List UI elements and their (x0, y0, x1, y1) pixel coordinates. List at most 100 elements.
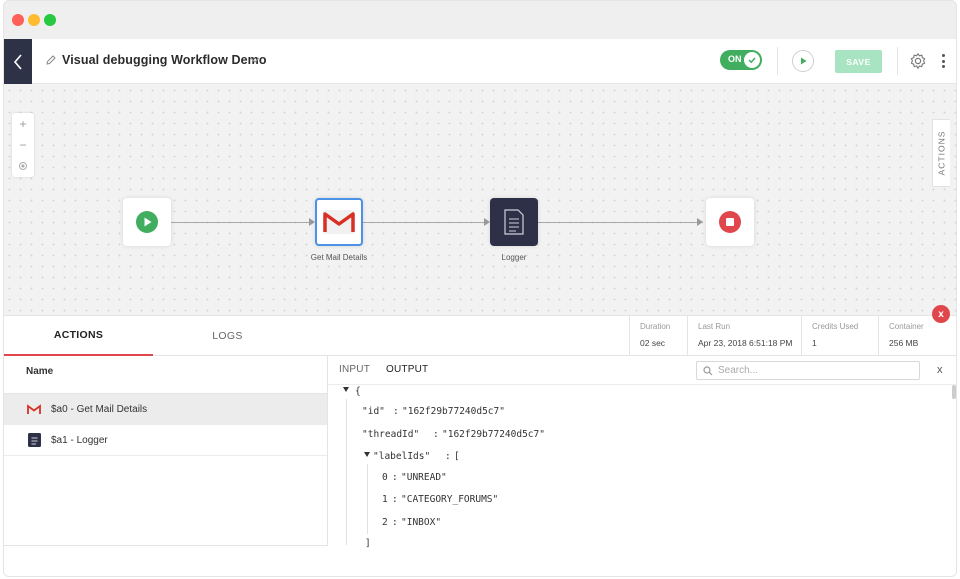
maximize-window-button[interactable] (44, 14, 56, 26)
stat-value: Apr 23, 2018 6:51:18 PM (698, 338, 793, 348)
output-scrollbar[interactable] (952, 385, 956, 399)
logger-node[interactable] (490, 198, 538, 246)
more-options-button[interactable] (939, 52, 947, 70)
tab-output[interactable]: OUTPUT (386, 364, 428, 375)
json-open-brace: { (355, 386, 361, 397)
arrow-icon (697, 218, 703, 226)
gmail-node-label: Get Mail Details (310, 253, 368, 262)
chevron-left-icon (13, 53, 22, 70)
kebab-dot (941, 54, 945, 57)
gear-icon[interactable] (909, 52, 927, 70)
list-header: Name (4, 356, 327, 394)
zoom-controls: + − (12, 113, 34, 177)
json-array-index: 1 (382, 494, 388, 505)
toggle-label: ON (728, 54, 742, 64)
kebab-dot (941, 65, 945, 68)
action-list-item[interactable]: $a0 - Get Mail Details (4, 394, 327, 425)
json-array-value: "UNREAD" (401, 472, 447, 483)
search-icon (703, 365, 713, 375)
action-item-label: $a1 - Logger (51, 434, 108, 446)
zoom-out-button[interactable]: − (12, 134, 34, 155)
output-divider (328, 384, 956, 385)
gmail-icon (27, 402, 41, 416)
json-array-index: 0 (382, 472, 388, 483)
edge-logger-stop (538, 222, 697, 223)
action-list-item[interactable]: $a1 - Logger (4, 425, 327, 456)
play-circle-icon (136, 211, 158, 233)
close-output-button[interactable]: x (937, 364, 943, 376)
workflow-toggle[interactable]: ON (720, 50, 762, 70)
check-icon (748, 57, 756, 64)
stat-key: Container (889, 322, 924, 331)
stat-duration: Duration 02 sec (629, 316, 687, 356)
start-node[interactable] (123, 198, 171, 246)
header-divider (777, 47, 778, 75)
app-window: Visual debugging Workflow Demo ON SAVE +… (3, 0, 957, 577)
io-tabs: INPUT OUTPUT (339, 364, 428, 375)
stat-key: Duration (640, 322, 671, 331)
json-colon: : (392, 494, 398, 505)
json-key-threadid: "threadId" (362, 429, 420, 440)
stat-key: Last Run (698, 322, 731, 331)
json-guide-line (367, 464, 368, 534)
json-colon: : (433, 429, 439, 440)
header-divider (897, 47, 898, 75)
json-guide-line (346, 399, 347, 545)
workflow-title[interactable]: Visual debugging Workflow Demo (62, 53, 267, 67)
recenter-button[interactable] (12, 155, 34, 176)
workflow-canvas[interactable]: + − ACTIONS Get Mail Details Logger (4, 85, 956, 315)
close-panel-button[interactable]: x (932, 305, 950, 323)
document-icon (504, 209, 524, 235)
json-array-value: "CATEGORY_FORUMS" (401, 494, 499, 505)
chevron-down-icon[interactable] (250, 55, 260, 65)
collapse-toggle-icon[interactable] (343, 387, 349, 392)
search-input[interactable] (718, 365, 908, 376)
zoom-in-button[interactable]: + (12, 113, 34, 134)
output-search (696, 361, 920, 380)
stop-circle-icon (719, 211, 741, 233)
workflow-header: Visual debugging Workflow Demo ON SAVE (4, 39, 956, 84)
toggle-knob (744, 52, 760, 68)
tab-actions[interactable]: ACTIONS (4, 316, 153, 356)
json-colon: : (392, 472, 398, 483)
json-close-bracket: ] (365, 538, 371, 549)
gmail-node[interactable] (315, 198, 363, 246)
panel-tabs: ACTIONS LOGS (4, 316, 327, 356)
pencil-icon[interactable] (45, 54, 57, 66)
json-colon: : (393, 406, 399, 417)
stat-value: 02 sec (640, 338, 666, 348)
json-value-threadid: "162f29b77240d5c7" (442, 429, 545, 440)
logger-node-label: Logger (501, 253, 527, 262)
gmail-icon (323, 210, 355, 234)
json-key-labelids: "labelIds" (373, 451, 431, 462)
minimize-window-button[interactable] (28, 14, 40, 26)
collapse-toggle-icon[interactable] (364, 452, 370, 457)
json-array-value: "INBOX" (401, 517, 442, 528)
save-button[interactable]: SAVE (835, 50, 882, 73)
list-bottom-border (4, 545, 327, 546)
document-icon (27, 433, 41, 447)
stat-value: 256 MB (889, 338, 919, 348)
json-colon: : (392, 517, 398, 528)
json-colon: : (445, 451, 451, 462)
json-key-id: "id" (362, 406, 385, 417)
tab-logs[interactable]: LOGS (153, 316, 302, 356)
close-window-button[interactable] (12, 14, 24, 26)
stat-last-run: Last Run Apr 23, 2018 6:51:18 PM (687, 316, 801, 356)
play-icon (801, 57, 807, 65)
action-item-label: $a0 - Get Mail Details (51, 403, 148, 415)
run-button[interactable] (792, 50, 814, 72)
json-array-index: 2 (382, 517, 388, 528)
actions-side-tab[interactable]: ACTIONS (932, 119, 950, 187)
run-stats: Duration 02 sec Last Run Apr 23, 2018 6:… (327, 316, 956, 356)
target-icon (19, 161, 27, 170)
back-button[interactable] (4, 39, 32, 84)
kebab-dot (941, 59, 945, 63)
edge-gmail-logger (363, 222, 484, 223)
debug-panel: ACTIONS LOGS Duration 02 sec Last Run Ap… (4, 315, 956, 576)
stop-node[interactable] (706, 198, 754, 246)
stat-value: 1 (812, 338, 817, 348)
tab-input[interactable]: INPUT (339, 364, 370, 375)
json-value-id: "162f29b77240d5c7" (402, 406, 505, 417)
json-open-bracket: [ (454, 451, 460, 462)
